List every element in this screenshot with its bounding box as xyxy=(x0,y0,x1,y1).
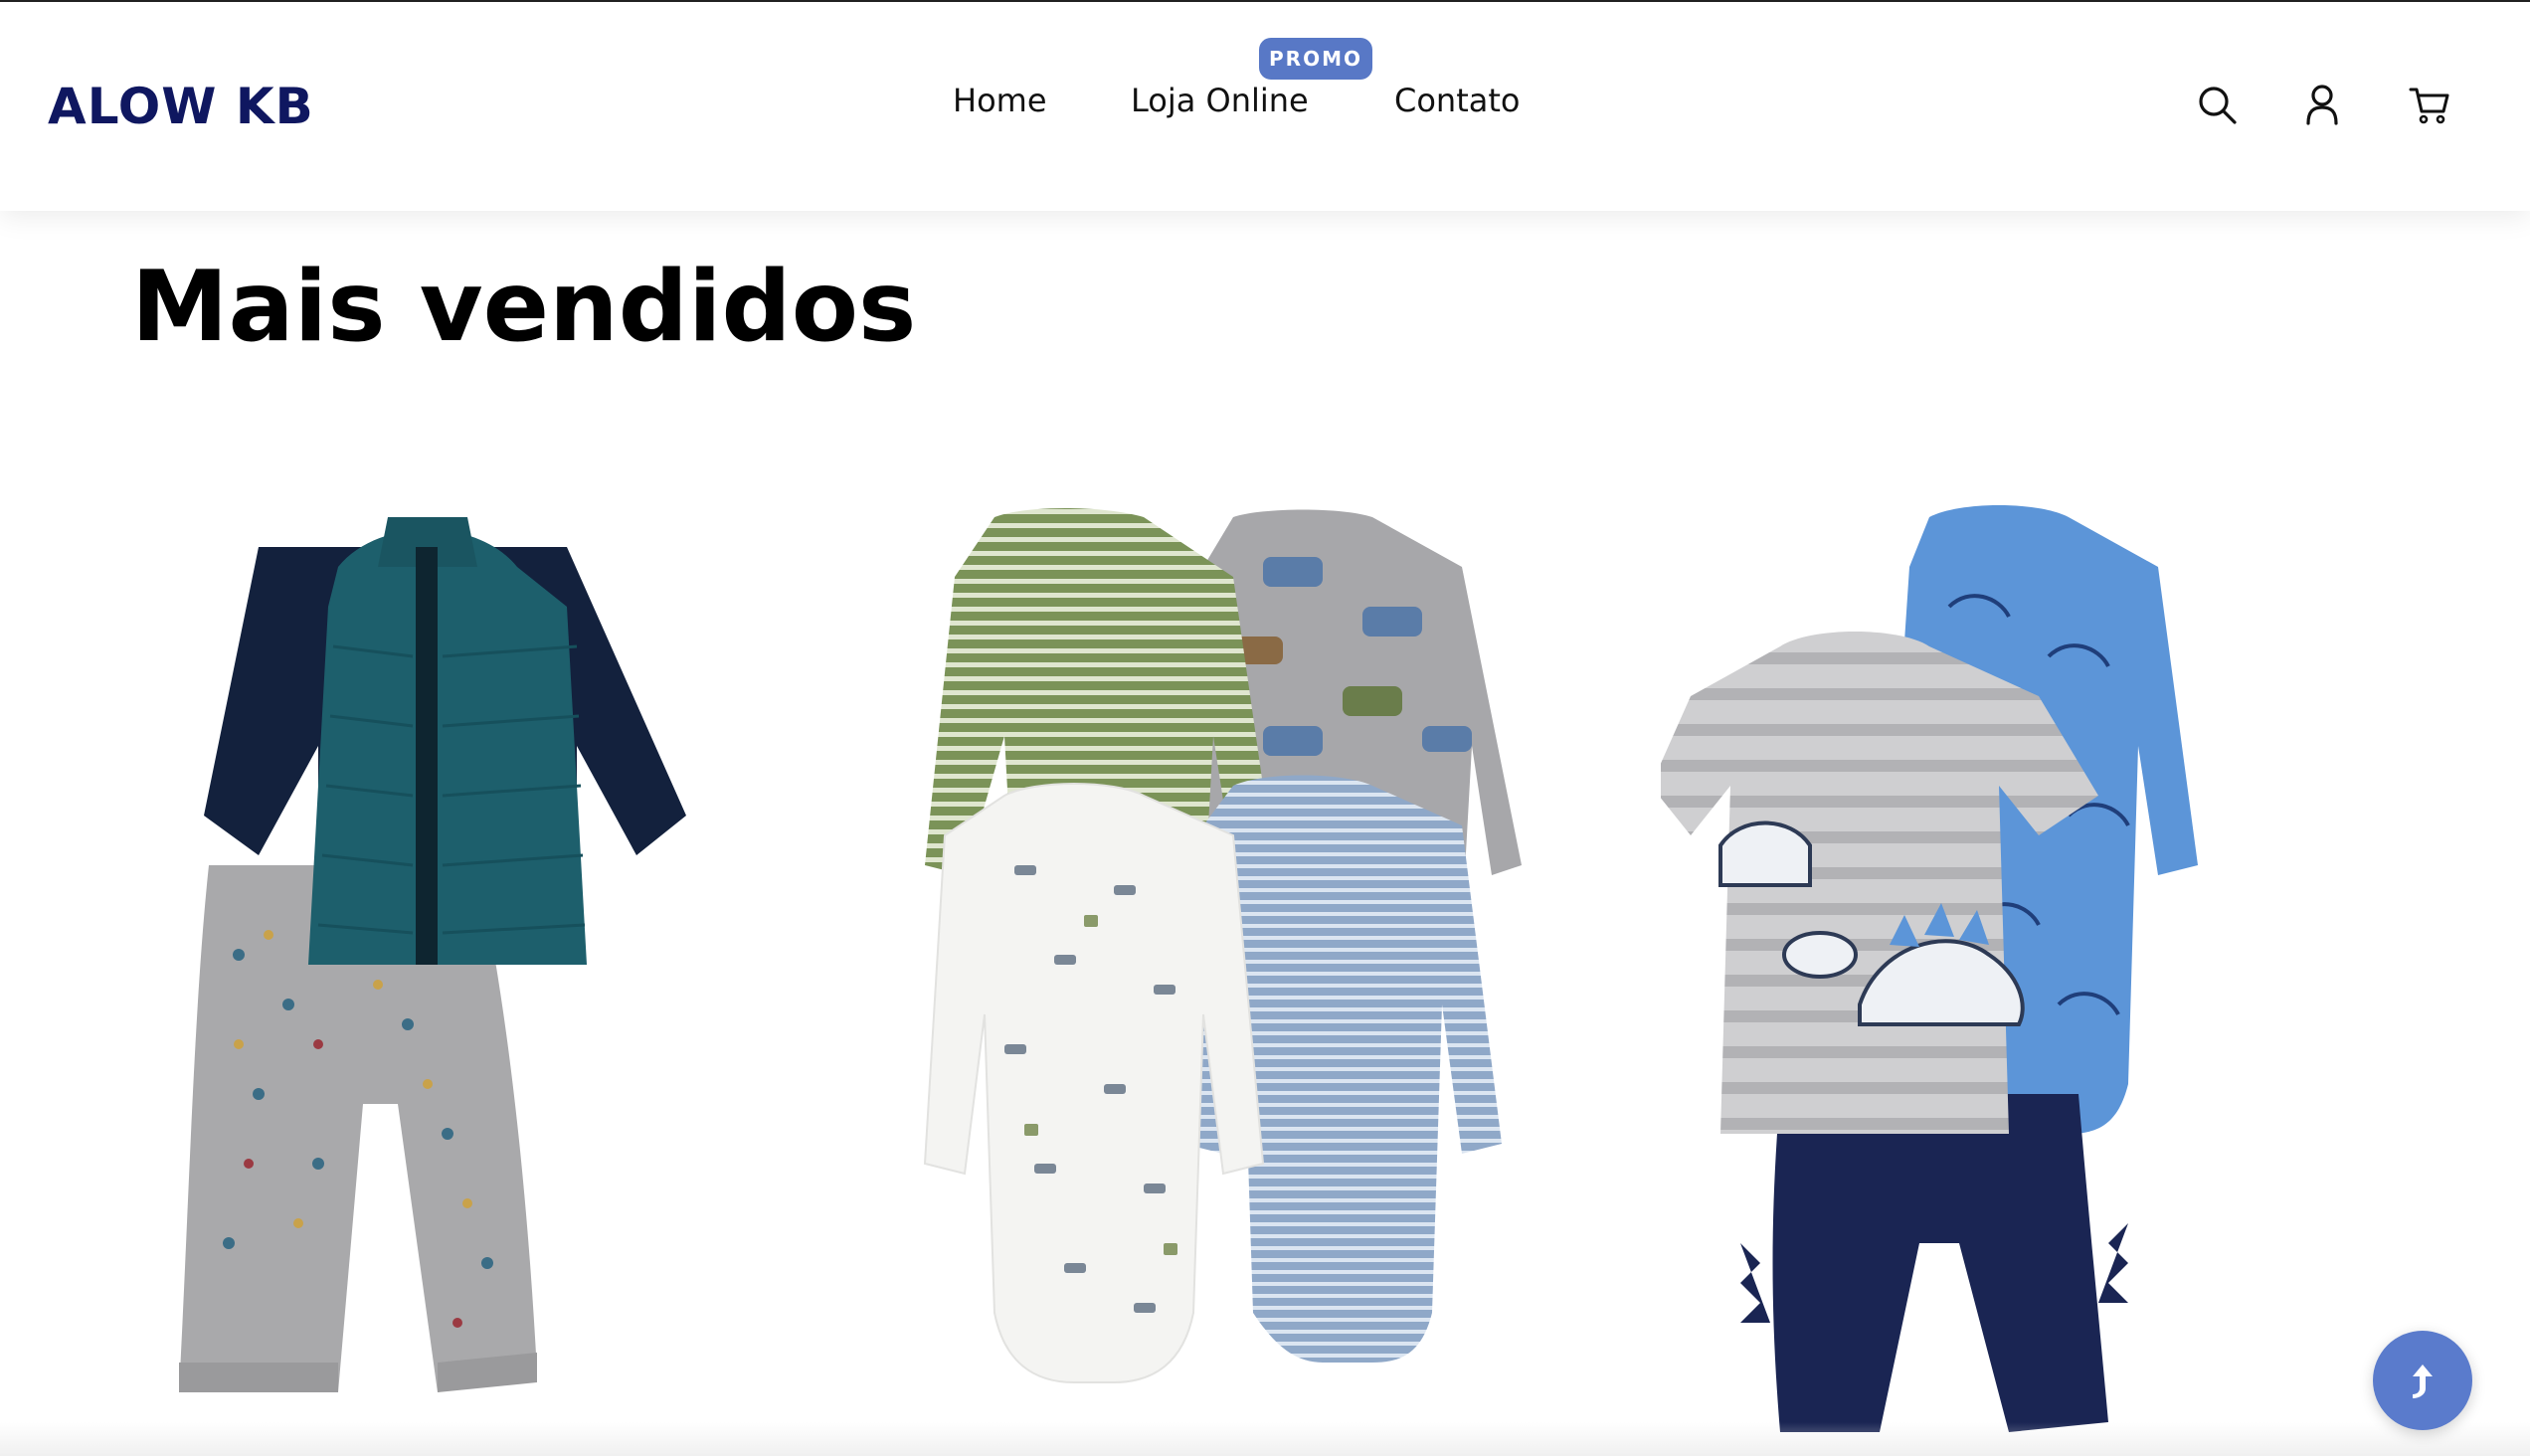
nav-home[interactable]: Home xyxy=(953,82,1047,119)
main-nav: Home Loja Online Contato xyxy=(0,82,2530,141)
search-icon[interactable] xyxy=(2194,82,2240,127)
promo-badge: PROMO xyxy=(1259,38,1372,80)
nav-loja-online[interactable]: Loja Online xyxy=(1131,82,1309,119)
bottom-fade xyxy=(0,1422,2530,1456)
user-icon[interactable] xyxy=(2299,82,2345,127)
site-header: ALOW KB Home Loja Online Contato PROMO xyxy=(0,2,2530,211)
product-card[interactable] xyxy=(149,487,865,1456)
section-title: Mais vendidos xyxy=(131,251,917,364)
product-card[interactable] xyxy=(905,487,1621,1456)
scroll-to-top-button[interactable] xyxy=(2373,1331,2472,1430)
product-card[interactable] xyxy=(1661,487,2377,1456)
cart-icon[interactable] xyxy=(2407,82,2452,127)
nav-contato[interactable]: Contato xyxy=(1394,82,1520,119)
page: ALOW KB Home Loja Online Contato PROMO M… xyxy=(0,0,2530,1456)
product-image-bodysuits-set xyxy=(923,508,1522,1383)
product-grid xyxy=(149,487,2417,1456)
product-image-vest-set xyxy=(179,517,686,1392)
product-image-dino-set xyxy=(1661,505,2198,1432)
arrow-up-icon xyxy=(2413,1365,2433,1398)
